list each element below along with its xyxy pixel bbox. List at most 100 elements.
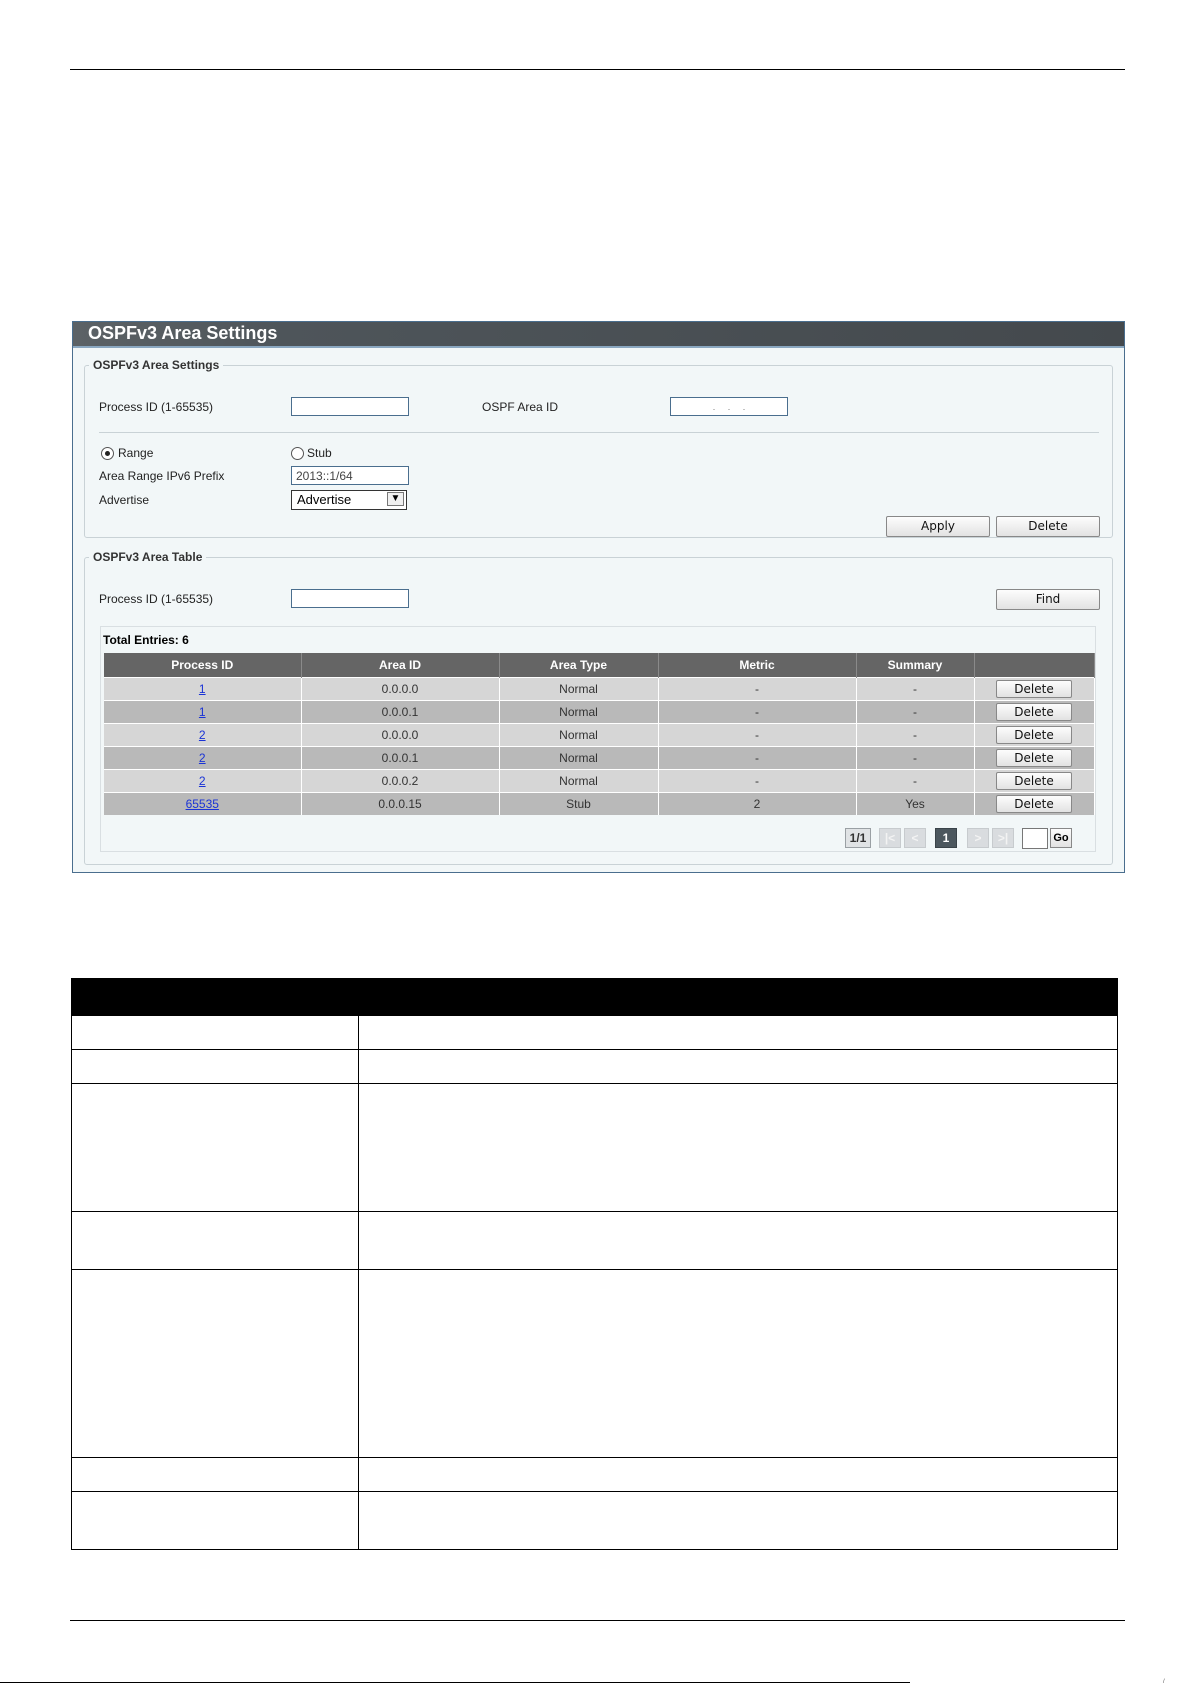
footer-divider [70, 1620, 1125, 1621]
process-id-link[interactable]: 1 [199, 705, 206, 719]
area-id-cell: 0.0.0.0 [301, 723, 500, 747]
metric-cell: - [658, 700, 857, 724]
column-header: Area ID [301, 653, 500, 678]
row-delete-button[interactable]: Delete [996, 680, 1072, 698]
metric-cell: - [658, 723, 857, 747]
total-entries: Total Entries: 6 [103, 633, 189, 647]
page-edge-mark: / [1163, 1679, 1165, 1685]
find-button[interactable]: Find [996, 589, 1100, 610]
metric-cell: - [658, 769, 857, 793]
action-cell: Delete [974, 792, 1095, 815]
advertise-selected-value: Advertise [297, 492, 352, 507]
process-id-link[interactable]: 2 [199, 751, 206, 765]
area-type-cell: Stub [499, 792, 659, 815]
advertise-label: Advertise [99, 493, 150, 507]
description-header-cell [71, 978, 359, 1016]
area-settings-legend: OSPFv3 Area Settings [93, 358, 220, 372]
description-parameter-cell [71, 1015, 359, 1050]
stub-radio[interactable] [291, 447, 304, 460]
description-parameter-cell [71, 1211, 359, 1270]
summary-cell: - [856, 746, 975, 770]
row-delete-button[interactable]: Delete [996, 726, 1072, 744]
apply-button[interactable]: Apply [886, 516, 990, 537]
table-row: 1 0.0.0.1 Normal - - Delete [104, 700, 1095, 724]
range-radio[interactable] [101, 447, 114, 460]
process-id-label: Process ID (1-65535) [99, 400, 214, 414]
metric-cell: 2 [658, 792, 857, 815]
summary-cell: - [856, 677, 975, 701]
column-header [974, 653, 1095, 678]
action-cell: Delete [974, 723, 1095, 747]
column-header: Summary [856, 653, 975, 678]
process-id-link[interactable]: 2 [199, 728, 206, 742]
description-text-cell [358, 1211, 1118, 1270]
row-delete-button[interactable]: Delete [996, 772, 1072, 790]
process-id-input[interactable] [291, 397, 409, 416]
ospfv3-area-settings-window: OSPFv3 Area Settings OSPFv3 Area Setting… [72, 321, 1125, 873]
ipv6-prefix-input[interactable] [291, 466, 409, 485]
summary-cell: - [856, 700, 975, 724]
prev-page-button[interactable]: < [904, 828, 926, 848]
description-text-cell [358, 1015, 1118, 1050]
area-type-cell: Normal [499, 746, 659, 770]
summary-cell: - [856, 723, 975, 747]
row-delete-button[interactable]: Delete [996, 703, 1072, 721]
go-page-input[interactable] [1022, 828, 1048, 849]
area-type-cell: Normal [499, 769, 659, 793]
description-text-cell [358, 1269, 1118, 1458]
description-table [71, 978, 1118, 1550]
page-edge-rule [0, 1682, 910, 1683]
process-id-link[interactable]: 2 [199, 774, 206, 788]
first-page-button[interactable]: |< [879, 828, 901, 848]
area-type-cell: Normal [499, 700, 659, 724]
description-parameter-cell [71, 1457, 359, 1492]
area-table-group: OSPFv3 Area Table Process ID (1-65535) F… [84, 550, 1113, 865]
page-info: 1/1 [845, 828, 871, 848]
find-process-id-input[interactable] [291, 589, 409, 608]
description-text-cell [358, 1049, 1118, 1084]
description-row [71, 1491, 1118, 1550]
metric-cell: - [658, 677, 857, 701]
process-id-link[interactable]: 65535 [186, 797, 219, 811]
description-text-cell [358, 1457, 1118, 1492]
table-row: 2 0.0.0.2 Normal - - Delete [104, 769, 1095, 793]
summary-cell: - [856, 769, 975, 793]
description-row [71, 1015, 1118, 1050]
panel-body: OSPFv3 Area Settings Process ID (1-65535… [73, 348, 1124, 872]
action-cell: Delete [974, 677, 1095, 701]
metric-cell: - [658, 746, 857, 770]
row-delete-button[interactable]: Delete [996, 749, 1072, 767]
area-id-cell: 0.0.0.2 [301, 769, 500, 793]
current-page-button[interactable]: 1 [935, 828, 957, 848]
area-id-cell: 0.0.0.15 [301, 792, 500, 815]
chevron-down-icon[interactable]: ▼ [387, 492, 404, 506]
area-table: Process ID Area ID Area Type Metric Summ… [104, 653, 1095, 815]
table-row: 2 0.0.0.0 Normal - - Delete [104, 723, 1095, 747]
action-cell: Delete [974, 769, 1095, 793]
last-page-button[interactable]: >| [992, 828, 1014, 848]
next-page-button[interactable]: > [967, 828, 989, 848]
go-button[interactable]: Go [1050, 828, 1072, 848]
table-row: 1 0.0.0.0 Normal - - Delete [104, 677, 1095, 701]
description-parameter-cell [71, 1269, 359, 1458]
description-row [71, 1269, 1118, 1458]
area-settings-group: OSPFv3 Area Settings Process ID (1-65535… [84, 358, 1113, 538]
row-delete-button[interactable]: Delete [996, 795, 1072, 813]
process-id-link[interactable]: 1 [199, 682, 206, 696]
description-row [71, 1211, 1118, 1270]
column-header: Metric [658, 653, 857, 678]
description-header-row [71, 978, 1118, 1016]
process-id-cell: 2 [104, 769, 302, 793]
area-type-cell: Normal [499, 723, 659, 747]
column-header: Area Type [499, 653, 659, 678]
description-parameter-cell [71, 1083, 359, 1212]
action-cell: Delete [974, 700, 1095, 724]
delete-button[interactable]: Delete [996, 516, 1100, 537]
ospf-area-id-input[interactable] [670, 397, 788, 416]
ospf-area-id-label: OSPF Area ID [482, 400, 559, 414]
area-id-cell: 0.0.0.1 [301, 700, 500, 724]
description-row [71, 1049, 1118, 1084]
table-row: 65535 0.0.0.15 Stub 2 Yes Delete [104, 792, 1095, 815]
advertise-select[interactable]: Advertise ▼ [291, 490, 407, 510]
area-id-cell: 0.0.0.0 [301, 677, 500, 701]
